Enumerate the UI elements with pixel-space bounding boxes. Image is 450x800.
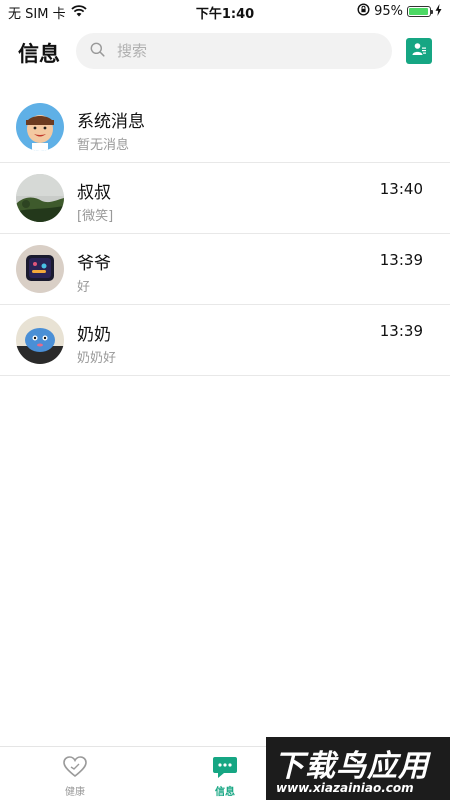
message-preview: 奶奶好 <box>77 351 117 366</box>
message-list: 系统消息 暂无消息 叔叔 [微笑] 13:40 爷爷 好 13:39 奶奶 奶奶… <box>0 92 450 376</box>
status-right: 95% <box>357 3 442 20</box>
contact-name: 爷爷 <box>77 254 111 274</box>
tab-messages[interactable]: 信息 <box>195 755 255 798</box>
avatar <box>16 103 64 151</box>
message-time: 13:39 <box>379 251 423 269</box>
toy-photo-avatar <box>16 316 64 364</box>
contact-name: 叔叔 <box>77 183 111 203</box>
watermark-url: www.xiazainiao.com <box>276 781 414 795</box>
status-bar: 无 SIM 卡 下午1:40 95% <box>0 0 450 24</box>
landscape-photo-avatar <box>16 174 64 222</box>
message-time: 13:40 <box>379 180 423 198</box>
avatar <box>16 316 64 364</box>
message-row-grandpa[interactable]: 爷爷 好 13:39 <box>0 234 450 305</box>
message-preview: 暂无消息 <box>77 138 130 153</box>
avatar <box>16 245 64 293</box>
contact-name: 系统消息 <box>77 112 145 132</box>
watermark-title: 下载鸟应用 <box>274 749 429 784</box>
message-time: 13:39 <box>379 322 423 340</box>
contacts-icon <box>411 41 427 61</box>
page-title: 信息 <box>18 42 60 66</box>
heart-icon <box>62 756 88 782</box>
search-bar[interactable] <box>76 33 392 69</box>
message-row-system[interactable]: 系统消息 暂无消息 <box>0 92 450 163</box>
tab-health[interactable]: 健康 <box>45 755 105 798</box>
watch-photo-avatar <box>16 245 64 293</box>
message-row-uncle[interactable]: 叔叔 [微笑] 13:40 <box>0 163 450 234</box>
watermark: 下载鸟应用 www.xiazainiao.com <box>266 737 450 800</box>
search-input[interactable] <box>115 41 379 61</box>
header: 信息 <box>0 30 450 74</box>
message-row-grandma[interactable]: 奶奶 奶奶好 13:39 <box>0 305 450 376</box>
tab-label: 信息 <box>215 787 235 798</box>
search-icon <box>90 42 105 61</box>
cartoon-face-avatar <box>16 103 64 151</box>
chat-bubble-icon <box>212 757 238 782</box>
battery-level <box>409 8 428 15</box>
screen: 无 SIM 卡 下午1:40 95% 信息 搜索 系统消息 暂无消息 叔叔 [微… <box>0 0 450 800</box>
message-preview: 好 <box>77 280 91 295</box>
contacts-button[interactable] <box>406 38 432 64</box>
charging-bolt-icon <box>435 3 442 20</box>
contact-name: 奶奶 <box>77 325 111 345</box>
battery-percent: 95% <box>374 4 403 19</box>
avatar <box>16 174 64 222</box>
orientation-lock-icon <box>357 3 370 20</box>
tab-label: 健康 <box>65 787 85 798</box>
message-preview: [微笑] <box>77 209 114 224</box>
battery-icon <box>407 6 433 17</box>
